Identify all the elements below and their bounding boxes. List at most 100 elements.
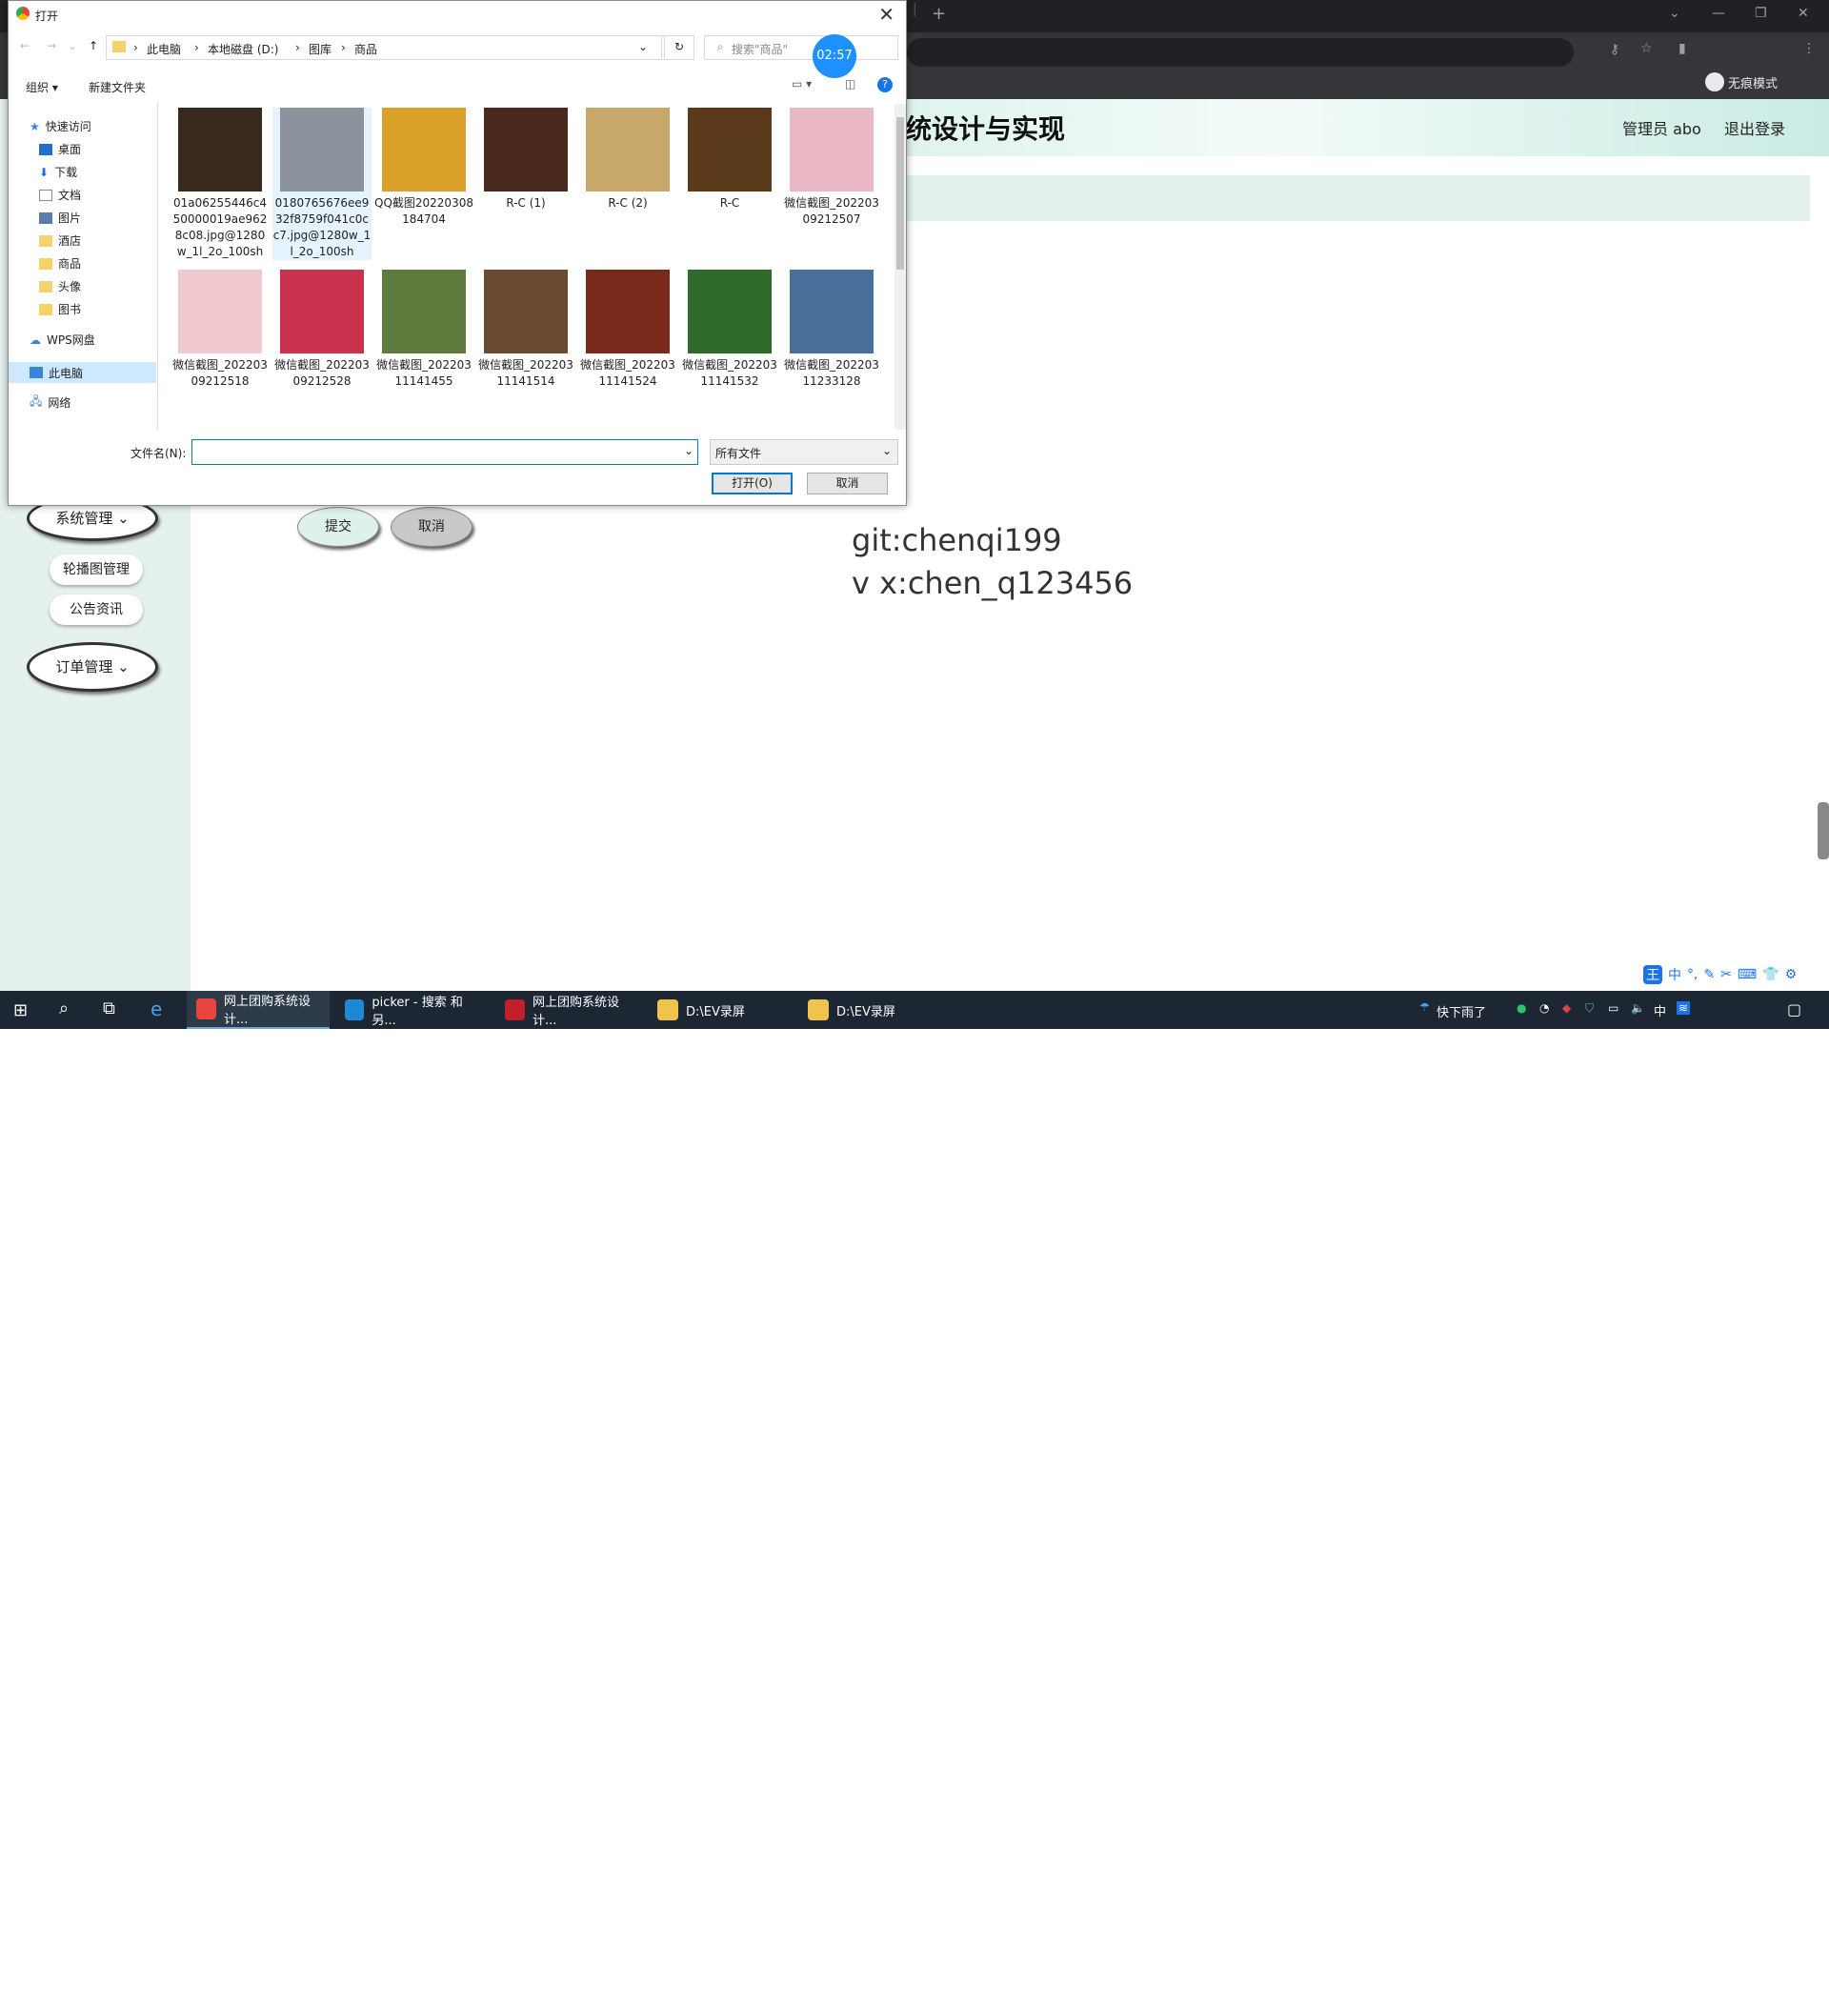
file-item[interactable]: 0180765676​ee932f8759f041c0cc7.jpg@1280w… — [272, 108, 372, 260]
nav-label: 桌面 — [58, 143, 82, 156]
file-item[interactable]: 微信截图_20220311141455 — [374, 270, 473, 390]
nav-item-pictures[interactable]: 图片 — [39, 210, 81, 226]
help-icon[interactable]: ? — [877, 77, 893, 92]
taskbar-app[interactable]: 网上团购系统设计... — [495, 991, 638, 1029]
search-icon[interactable]: ⌕ — [59, 998, 69, 1018]
new-folder-button[interactable]: 新建文件夹 — [89, 79, 146, 95]
minimize-button[interactable]: — — [1712, 6, 1725, 21]
file-item[interactable]: R-C (2) — [578, 108, 677, 212]
new-tab-button[interactable]: + — [932, 4, 946, 24]
qq-icon[interactable]: ◔ — [1539, 1001, 1549, 1015]
cancel-button[interactable]: 取消 — [391, 507, 472, 547]
notification-icon[interactable]: ▢ — [1787, 1000, 1801, 1018]
ime-toolbar[interactable]: 王 中 °, ✎ ✂ ⌨ 👕 ⚙ — [1643, 964, 1797, 985]
bookmark-star-icon[interactable]: ☆ — [1640, 41, 1653, 56]
up-arrow-icon[interactable]: ↑ — [89, 39, 98, 52]
nav-item-desktop[interactable]: 桌面 — [39, 141, 81, 157]
nav-item-hotel[interactable]: 酒店 — [39, 232, 81, 249]
skin-icon[interactable]: 👕 — [1762, 967, 1779, 982]
task-view-icon[interactable]: ⧉ — [103, 998, 115, 1018]
weather-text[interactable]: 快下雨了 — [1437, 1002, 1486, 1020]
scroll-thumb[interactable] — [896, 117, 904, 270]
close-window-button[interactable]: ✕ — [1798, 6, 1809, 21]
breadcrumb-item[interactable]: 商品 — [354, 41, 377, 57]
ime-tray[interactable]: 中 — [1654, 1001, 1666, 1019]
breadcrumb-item[interactable]: 此电脑 — [147, 41, 181, 57]
network-tray-icon[interactable]: ▭ — [1608, 1001, 1618, 1015]
file-item[interactable]: 微信截图_20220311141514 — [476, 270, 575, 390]
ie-icon[interactable]: e — [151, 998, 162, 1020]
incognito-label: 无痕模式 — [1728, 76, 1779, 91]
search-input[interactable]: 搜索"商品" — [704, 35, 898, 60]
address-bar[interactable] — [907, 38, 1574, 67]
restore-button[interactable]: ❐ — [1755, 6, 1767, 21]
incognito-indicator[interactable]: 无痕模式 — [1705, 72, 1778, 91]
file-item[interactable]: R-C — [680, 108, 779, 212]
view-options-icon[interactable]: ▭ ▾ — [792, 77, 812, 91]
file-item[interactable]: 微信截图_20220309212528 — [272, 270, 372, 390]
forward-arrow-icon[interactable]: → — [47, 39, 56, 52]
taskbar-app[interactable]: D:\EV录屏 — [798, 991, 941, 1029]
settings-icon[interactable]: ⚙ — [1785, 967, 1798, 982]
file-item[interactable]: 微信截图_20220309212507 — [782, 108, 881, 228]
filename-input[interactable]: ⌄ — [191, 439, 698, 465]
menu-icon[interactable]: ⋮ — [1802, 41, 1816, 56]
file-item[interactable]: 微信截图_20220311141532 — [680, 270, 779, 390]
open-button[interactable]: 打开(O) — [712, 473, 793, 494]
chevron-down-icon[interactable]: ⌄ — [684, 444, 693, 457]
scissors-icon[interactable]: ✂ — [1720, 967, 1732, 982]
wechat-icon[interactable]: ● — [1517, 1001, 1526, 1015]
dialog-close-button[interactable]: ✕ — [878, 3, 894, 26]
file-scrollbar[interactable] — [894, 104, 906, 430]
file-item[interactable]: 微信截图_20220311141524 — [578, 270, 677, 390]
sidebar-order-menu[interactable]: 订单管理 ⌄ — [27, 642, 158, 692]
organize-menu[interactable]: 组织 ▾ — [26, 79, 58, 95]
nav-item-this-pc[interactable]: 此电脑 — [9, 362, 156, 383]
recent-dropdown-icon[interactable]: ⌄ — [68, 39, 77, 52]
tab-search-icon[interactable]: ⌄ — [1669, 6, 1680, 21]
ime-mode[interactable]: 中 — [1668, 965, 1681, 984]
nav-item-documents[interactable]: 文档 — [39, 187, 81, 203]
nav-item-wps[interactable]: ☁ WPS网盘 — [30, 332, 95, 348]
logout-link[interactable]: 退出登录 — [1724, 116, 1785, 139]
key-icon[interactable]: ⚷ — [1610, 42, 1619, 57]
clock[interactable]: 22:01 2022/3/27 — [1708, 1984, 1767, 2016]
refresh-button[interactable]: ↻ — [664, 35, 694, 60]
submit-button[interactable]: 提交 — [297, 507, 379, 547]
chevron-down-icon[interactable]: ⌄ — [638, 40, 648, 53]
file-item[interactable]: 微信截图_20220311233128 — [782, 270, 881, 390]
nav-item-network[interactable]: 🖧 网络 — [30, 393, 70, 413]
punctuation-icon[interactable]: °, — [1687, 967, 1698, 982]
taskbar-app[interactable]: 网上团购系统设计... — [187, 991, 330, 1029]
file-item[interactable]: 01a06255446c450000019ae9628c08.jpg@1280w… — [171, 108, 270, 260]
nav-item-books[interactable]: 图书 — [39, 301, 81, 317]
taskbar-app[interactable]: picker - 搜索 和另... — [335, 991, 478, 1029]
back-arrow-icon[interactable]: ← — [20, 39, 30, 52]
file-item[interactable]: R-C (1) — [476, 108, 575, 212]
keyboard-icon[interactable]: ⌨ — [1738, 967, 1757, 982]
nav-item-quick-access[interactable]: ★ 快速访问 — [30, 118, 91, 134]
preview-pane-icon[interactable]: ◫ — [845, 77, 855, 91]
filetype-select[interactable]: 所有文件 ⌄ — [710, 439, 898, 465]
nav-item-goods[interactable]: 商品 — [39, 255, 81, 272]
dialog-cancel-button[interactable]: 取消 — [807, 473, 888, 494]
file-item[interactable]: QQ截图20220308184704 — [374, 108, 473, 228]
side-handle[interactable] — [1818, 802, 1829, 859]
side-panel-icon[interactable]: ▮ — [1678, 41, 1686, 56]
pen-icon[interactable]: ✎ — [1703, 967, 1715, 982]
sogou-tray-icon[interactable]: ≋ — [1677, 1001, 1691, 1015]
file-grid: 01a06255446c450000019ae9628c08.jpg@1280w… — [171, 108, 893, 430]
shield-icon[interactable]: ⛉ — [1585, 1001, 1594, 1016]
breadcrumb[interactable]: › 此电脑 › 本地磁盘 (D:) › 图库 › 商品 ⌄ — [106, 35, 662, 60]
sidebar-notice-item[interactable]: 公告资讯 — [50, 595, 143, 625]
sidebar-carousel-item[interactable]: 轮播图管理 — [50, 554, 143, 585]
breadcrumb-item[interactable]: 图库 — [309, 41, 332, 57]
breadcrumb-item[interactable]: 本地磁盘 (D:) — [208, 41, 278, 57]
nav-item-avatar[interactable]: 头像 — [39, 278, 81, 294]
taskbar-app[interactable]: D:\EV录屏 — [648, 991, 791, 1029]
tray-icon[interactable]: ◆ — [1562, 1001, 1571, 1015]
windows-start-icon[interactable]: ⊞ — [13, 1000, 28, 1020]
nav-item-downloads[interactable]: ⬇ 下载 — [39, 164, 77, 180]
file-item[interactable]: 微信截图_20220309212518 — [171, 270, 270, 390]
volume-icon[interactable]: 🔈 — [1631, 1001, 1645, 1015]
